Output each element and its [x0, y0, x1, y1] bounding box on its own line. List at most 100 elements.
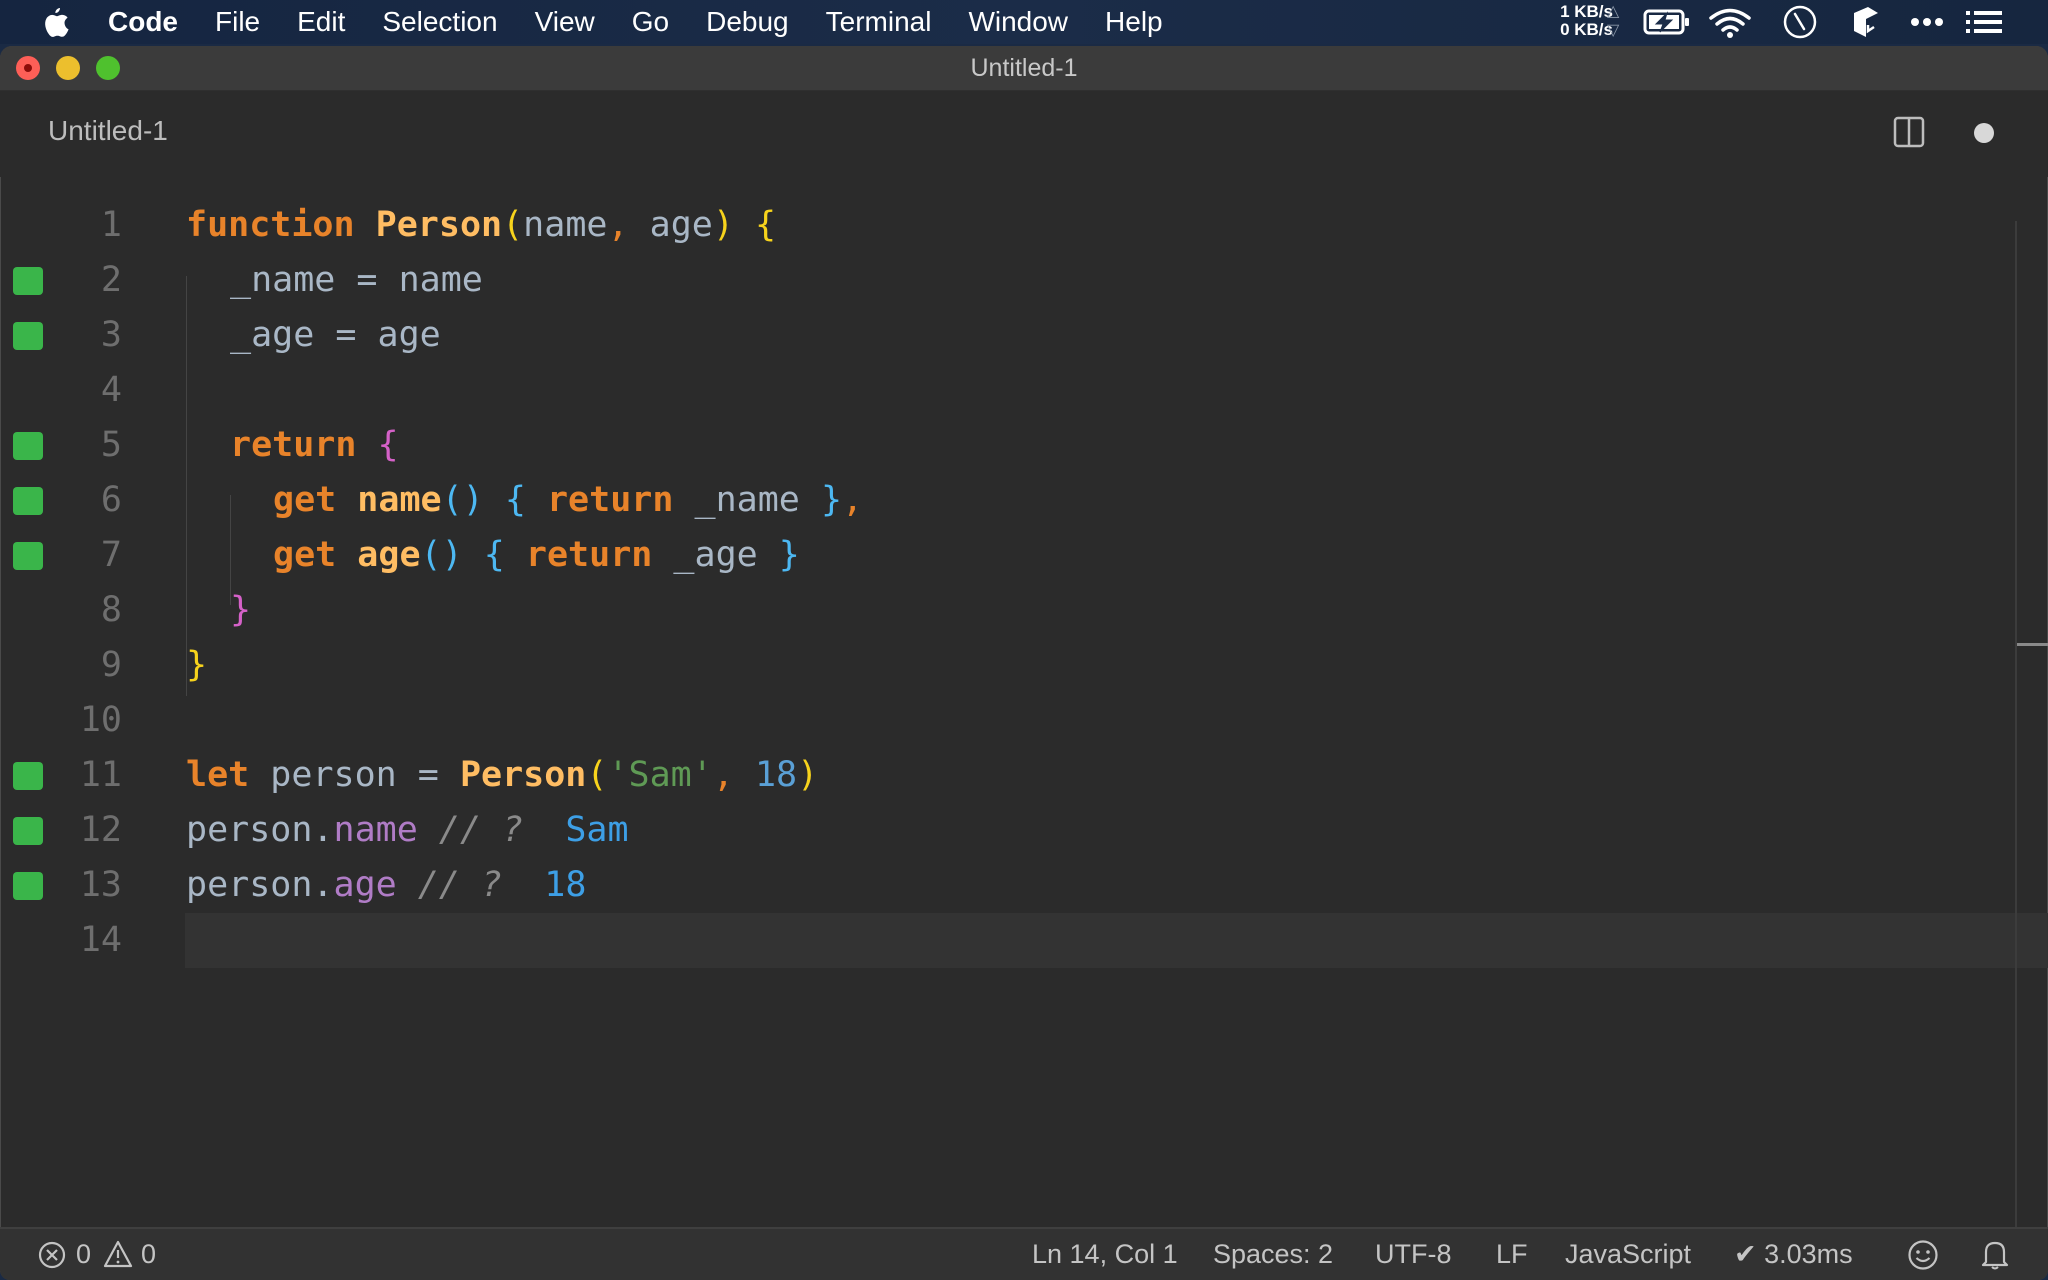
code-token: { — [755, 205, 777, 245]
encoding[interactable]: UTF-8 — [1375, 1229, 1452, 1280]
line-number: 9 — [100, 645, 122, 685]
language-mode[interactable]: JavaScript — [1565, 1229, 1691, 1280]
network-speed[interactable]: 1 KB/s 0 KB/s — [1541, 3, 1613, 39]
menu-edit[interactable]: Edit — [297, 6, 345, 38]
code-token: 18 — [754, 755, 798, 795]
code-token: age — [357, 535, 421, 575]
coverage-marker — [13, 432, 43, 460]
clock-icon[interactable] — [1783, 5, 1817, 39]
code-token: , — [842, 480, 864, 520]
code-line: 3 _age = age — [0, 308, 2048, 363]
notifications-bell-icon[interactable] — [1980, 1239, 2010, 1271]
code-token: let — [186, 755, 250, 795]
code-token: return — [230, 425, 357, 465]
indentation[interactable]: Spaces: 2 — [1213, 1229, 1333, 1280]
line-content: person.age // ? 18 — [186, 858, 586, 913]
menu-terminal[interactable]: Terminal — [826, 6, 932, 38]
code-token: get — [273, 535, 337, 575]
line-number: 5 — [100, 425, 122, 465]
line-number: 14 — [79, 920, 122, 960]
cursor-position-marker — [2017, 643, 2048, 646]
code-token: ( — [502, 205, 524, 245]
code-token: get — [273, 480, 337, 520]
code-token: _age — [230, 315, 315, 355]
code-token: } — [186, 645, 208, 685]
battery-charging-icon[interactable] — [1643, 9, 1691, 35]
warning-count[interactable]: 0 — [141, 1229, 156, 1280]
menu-app-code[interactable]: Code — [108, 6, 178, 38]
quokka-timing[interactable]: ✔ 3.03ms — [1734, 1229, 1853, 1280]
net-up-rate: 1 KB/s — [1560, 2, 1613, 21]
code-editor[interactable]: 1 function Person(name, age) { 2 _name =… — [0, 177, 2048, 1227]
line-number: 12 — [79, 810, 122, 850]
code-token: () — [441, 480, 484, 520]
menu-help[interactable]: Help — [1105, 6, 1163, 38]
menu-debug[interactable]: Debug — [706, 6, 789, 38]
code-token: _age — [673, 535, 758, 575]
code-line: 8 } — [0, 583, 2048, 638]
menu-bar: Code File Edit Selection View Go Debug T… — [0, 0, 2048, 44]
code-line: 1 function Person(name, age) { — [0, 198, 2048, 253]
error-count[interactable]: 0 — [76, 1229, 91, 1280]
code-token: name — [357, 480, 442, 520]
wifi-icon[interactable] — [1708, 7, 1752, 39]
menu-go[interactable]: Go — [632, 6, 669, 38]
menu-view[interactable]: View — [535, 6, 595, 38]
code-line: 7 get age() { return _age } — [0, 528, 2048, 583]
current-line-highlight — [185, 913, 2048, 968]
end-of-line[interactable]: LF — [1496, 1229, 1528, 1280]
code-line: 9 } — [0, 638, 2048, 693]
line-number: 4 — [100, 370, 122, 410]
code-token: Person — [375, 205, 503, 245]
code-token: { — [504, 480, 526, 520]
unsaved-changes-dot-icon[interactable] — [1974, 123, 1994, 143]
tab-untitled-1[interactable]: Untitled-1 — [48, 115, 168, 147]
error-icon[interactable] — [38, 1241, 66, 1269]
line-number: 13 — [79, 865, 122, 905]
code-token: // ? — [417, 865, 503, 905]
line-content: get name() { return _name }, — [273, 473, 863, 528]
menu-selection[interactable]: Selection — [382, 6, 497, 38]
coverage-marker — [13, 762, 43, 790]
line-content: let person = Person('Sam', 18) — [186, 748, 818, 803]
split-editor-icon[interactable] — [1893, 116, 1925, 148]
list-icon[interactable] — [1966, 10, 2002, 34]
coverage-marker — [13, 267, 43, 295]
line-number: 6 — [100, 480, 122, 520]
code-line: 4 — [0, 363, 2048, 418]
apple-icon[interactable] — [40, 6, 70, 38]
code-token: () — [420, 535, 463, 575]
more-icon[interactable] — [1910, 16, 1944, 28]
line-number: 8 — [100, 590, 122, 630]
box-icon[interactable] — [1852, 5, 1880, 39]
code-token: = — [314, 315, 378, 355]
line-number: 10 — [79, 700, 122, 740]
feedback-smiley-icon[interactable] — [1907, 1239, 1939, 1271]
menu-window[interactable]: Window — [968, 6, 1068, 38]
network-arrows-icon: △ ▽ — [1607, 3, 1620, 39]
vertical-scrollbar[interactable] — [2015, 221, 2048, 1273]
cursor-position[interactable]: Ln 14, Col 1 — [1032, 1229, 1178, 1280]
warning-icon[interactable] — [103, 1240, 133, 1268]
code-token: person — [270, 755, 397, 795]
code-token: { — [377, 425, 399, 465]
code-token: ( — [586, 755, 608, 795]
code-token: ) — [712, 205, 734, 245]
code-token: , — [712, 755, 755, 795]
title-bar[interactable]: Untitled-1 — [0, 46, 2048, 91]
menu-file[interactable]: File — [215, 6, 260, 38]
inline-result: 18 — [544, 865, 587, 905]
code-token: function — [186, 205, 355, 245]
code-token: age — [649, 205, 713, 245]
